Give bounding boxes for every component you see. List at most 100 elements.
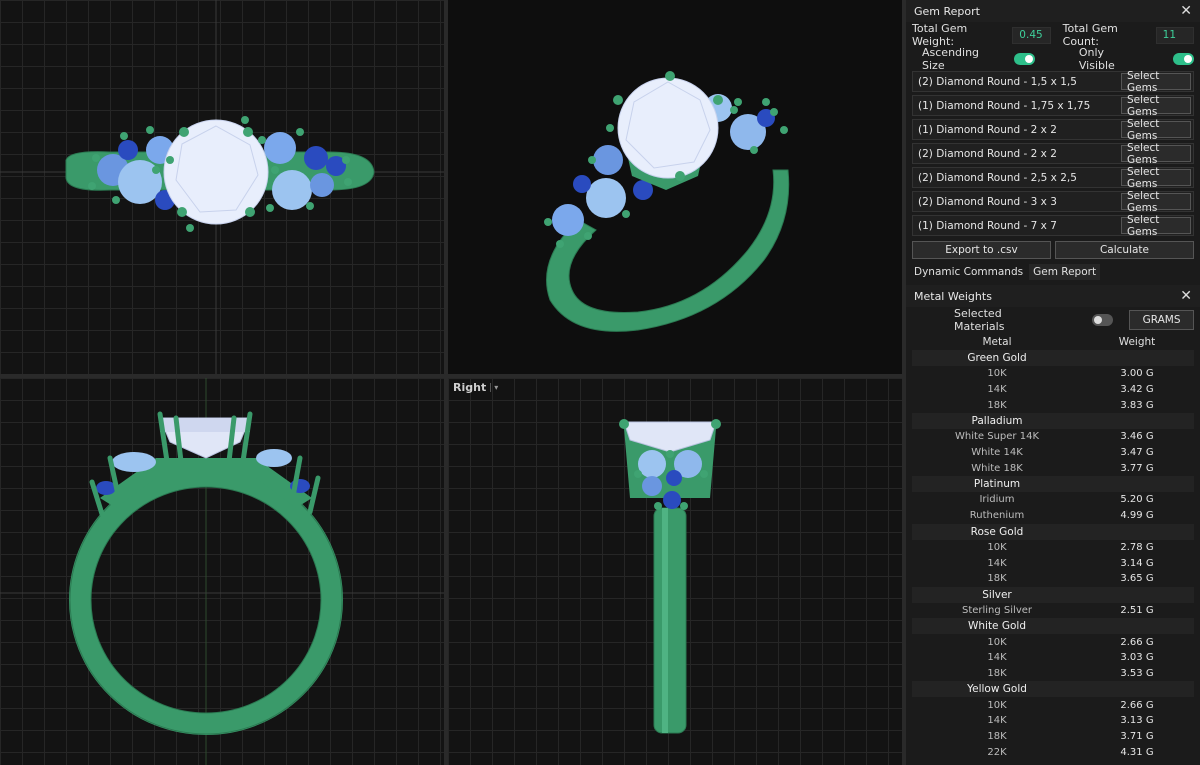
gem-name: (2) Diamond Round - 3 x 3 xyxy=(918,195,1057,208)
metal-weight: 2.66 G xyxy=(1120,699,1154,711)
table-row: White Super 14K 3.46 G xyxy=(912,429,1194,445)
selected-materials-row: Selected Materials GRAMS xyxy=(906,307,1200,333)
metal-name: Iridium xyxy=(979,494,1015,506)
gem-row: (1) Diamond Round - 1,75 x 1,75 Select G… xyxy=(912,94,1194,118)
viewport-right[interactable]: Right ▾ xyxy=(448,378,902,765)
selected-materials-label: Selected Materials xyxy=(954,307,1005,333)
ring-perspective-view xyxy=(544,71,790,332)
table-row: White 14K 3.47 G xyxy=(912,445,1194,461)
gem-report-header: Gem Report ✕ xyxy=(906,0,1200,22)
table-row: 14K 3.14 G xyxy=(912,555,1194,571)
ascending-size-label: Ascending Size xyxy=(922,46,980,72)
metal-name: 14K xyxy=(987,557,1007,569)
weight-column-header: Weight xyxy=(1118,335,1156,348)
metal-weight: 3.14 G xyxy=(1120,557,1154,569)
ring-front-view xyxy=(0,378,444,765)
viewport-area[interactable]: Right ▾ xyxy=(0,0,902,765)
metal-group-name: Silver xyxy=(982,588,1012,601)
gem-name: (1) Diamond Round - 7 x 7 xyxy=(918,219,1057,232)
select-gems-button[interactable]: Select Gems xyxy=(1121,142,1191,166)
metal-weight: 3.47 G xyxy=(1120,447,1154,459)
metal-group-name: Palladium xyxy=(971,415,1023,428)
select-gems-button[interactable]: Select Gems xyxy=(1121,118,1191,142)
grams-unit-button[interactable]: GRAMS xyxy=(1129,310,1194,330)
table-row: 10K 3.00 G xyxy=(912,366,1194,382)
total-gem-weight-value: 0.45 xyxy=(1012,26,1051,44)
table-row: 18K 3.53 G xyxy=(912,666,1194,682)
metal-name: 10K xyxy=(987,636,1007,648)
metal-group-name: Rose Gold xyxy=(970,525,1024,538)
close-icon[interactable]: ✕ xyxy=(1180,4,1192,18)
table-row: Ruthenium 4.99 G xyxy=(912,508,1194,524)
selected-materials-toggle[interactable] xyxy=(1091,314,1114,326)
select-gems-button[interactable]: Select Gems xyxy=(1121,94,1191,118)
gem-name: (1) Diamond Round - 1,75 x 1,75 xyxy=(918,99,1091,112)
table-row: 14K 3.13 G xyxy=(912,713,1194,729)
tab-dynamic-commands[interactable]: Dynamic Commands xyxy=(912,264,1025,280)
select-gems-button[interactable]: Select Gems xyxy=(1121,214,1191,238)
metal-weight: 2.78 G xyxy=(1120,541,1154,553)
metal-weight: 3.65 G xyxy=(1120,573,1154,585)
table-row: White 18K 3.77 G xyxy=(912,460,1194,476)
metal-name: 18K xyxy=(987,667,1007,679)
gem-row: (2) Diamond Round - 1,5 x 1,5 Select Gem… xyxy=(912,70,1194,94)
tab-gem-report[interactable]: Gem Report xyxy=(1029,263,1101,280)
select-gems-button[interactable]: Select Gems xyxy=(1121,70,1191,94)
metal-name: 18K xyxy=(987,399,1007,411)
metal-group-name: White Gold xyxy=(967,620,1026,633)
gem-actions: Export to .csv Calculate xyxy=(906,239,1200,259)
metal-name: 10K xyxy=(987,541,1007,553)
metal-name: 14K xyxy=(987,715,1007,727)
select-gems-button[interactable]: Select Gems xyxy=(1121,190,1191,214)
gem-row: (1) Diamond Round - 7 x 7 Select Gems xyxy=(912,214,1194,238)
table-row: 22K 4.31 G xyxy=(912,744,1194,760)
viewport-perspective[interactable] xyxy=(448,0,902,374)
metal-weight: 3.77 G xyxy=(1120,462,1154,474)
table-row: 10K 2.66 G xyxy=(912,634,1194,650)
metal-weight: 3.00 G xyxy=(1120,368,1154,380)
gem-row: (2) Diamond Round - 2 x 2 Select Gems xyxy=(912,142,1194,166)
metal-name: 22K xyxy=(987,746,1007,758)
metal-name: 18K xyxy=(987,573,1007,585)
metal-weight: 5.20 G xyxy=(1120,494,1154,506)
only-visible-label: Only Visible xyxy=(1078,46,1115,72)
viewport-front[interactable] xyxy=(0,378,444,765)
metal-weights-header: Metal Weights ✕ xyxy=(906,285,1200,307)
metal-group-name: Green Gold xyxy=(967,352,1027,364)
metal-weight: 3.46 G xyxy=(1120,431,1154,443)
metal-weight: 4.31 G xyxy=(1120,746,1154,758)
gem-row: (1) Diamond Round - 2 x 2 Select Gems xyxy=(912,118,1194,142)
select-gems-button[interactable]: Select Gems xyxy=(1121,166,1191,190)
gem-name: (1) Diamond Round - 2 x 2 xyxy=(918,123,1057,136)
metal-weights-title: Metal Weights xyxy=(914,289,992,303)
metal-name: White 18K xyxy=(971,462,1023,474)
metal-name: Ruthenium xyxy=(969,510,1025,522)
table-row: Sterling Silver 2.51 G xyxy=(912,603,1194,619)
metal-group-header: White Gold xyxy=(912,618,1194,635)
metal-group-header: Yellow Gold xyxy=(912,681,1194,698)
metal-group-header: Silver xyxy=(912,586,1194,603)
table-row: 10K 2.78 G xyxy=(912,540,1194,556)
gem-row: (2) Diamond Round - 3 x 3 Select Gems xyxy=(912,190,1194,214)
ring-top-view xyxy=(0,0,444,374)
metal-weight: 3.71 G xyxy=(1120,731,1154,743)
ascending-size-toggle[interactable] xyxy=(1013,53,1035,65)
gem-name: (2) Diamond Round - 2 x 2 xyxy=(918,147,1057,160)
calculate-button[interactable]: Calculate xyxy=(1055,241,1194,259)
total-gem-count-value: 11 xyxy=(1155,26,1194,44)
metal-weight: 3.03 G xyxy=(1120,652,1154,664)
gem-totals-row: Total Gem Weight: 0.45 Total Gem Count: … xyxy=(906,22,1200,48)
viewport-top[interactable] xyxy=(0,0,444,374)
metal-weight: 3.42 G xyxy=(1120,384,1154,396)
gem-name: (2) Diamond Round - 2,5 x 2,5 xyxy=(918,171,1077,184)
metal-name: White Super 14K xyxy=(954,431,1039,443)
metal-name: 14K xyxy=(987,384,1007,396)
metal-group-header: Platinum xyxy=(912,476,1194,493)
close-icon[interactable]: ✕ xyxy=(1180,289,1192,303)
only-visible-toggle[interactable] xyxy=(1172,53,1194,65)
gem-list: (2) Diamond Round - 1,5 x 1,5 Select Gem… xyxy=(906,70,1200,238)
table-row: 14K 3.03 G xyxy=(912,650,1194,666)
table-row: Iridium 5.20 G xyxy=(912,492,1194,508)
table-row: 18K 3.71 G xyxy=(912,729,1194,745)
export-csv-button[interactable]: Export to .csv xyxy=(912,241,1051,259)
